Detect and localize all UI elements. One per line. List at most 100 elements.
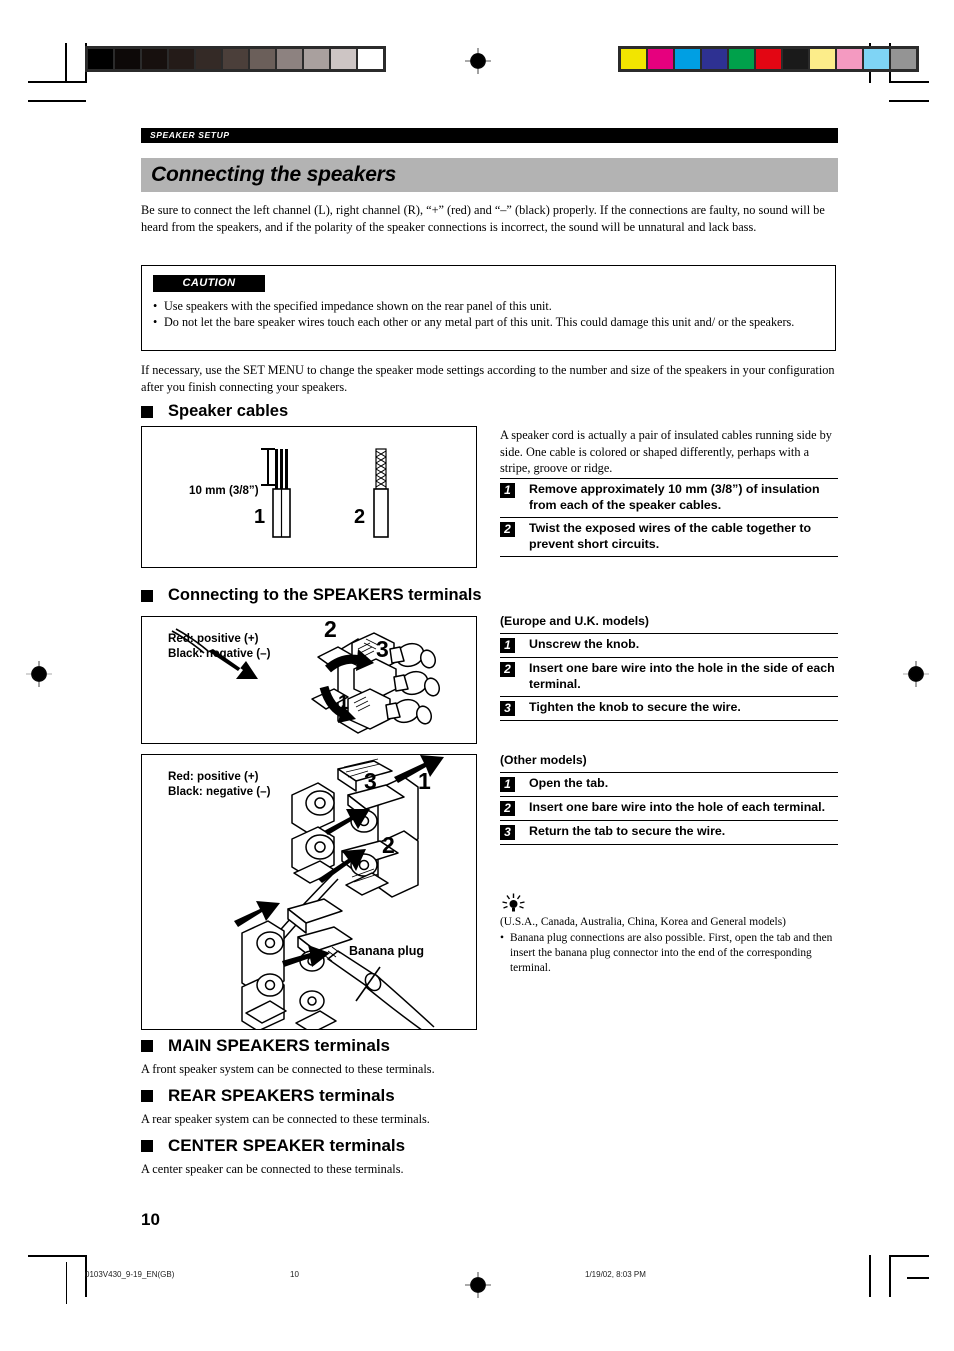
square-bullet-icon (141, 1090, 153, 1102)
step-item: 3 Return the tab to secure the wire. (500, 820, 838, 845)
speaker-cables-figure: 10 mm (3/8”) 1 2 (141, 426, 477, 568)
step-number: 2 (500, 662, 515, 677)
step-text: Insert one bare wire into the hole in th… (529, 661, 835, 691)
calibration-swatch-9 (331, 49, 356, 69)
intro-paragraph: Be sure to connect the left channel (L),… (141, 203, 825, 234)
calibration-swatch-8 (304, 49, 329, 69)
banana-plug-label: Banana plug (349, 944, 425, 958)
calibration-swatch-8 (837, 49, 862, 69)
page-number: 10 (141, 1210, 160, 1229)
footer-file-name: 0103V430_9-19_EN(GB) (85, 1270, 175, 1279)
crop-mark-top-right-h (889, 81, 929, 83)
cable-callout-2: 2 (354, 506, 366, 528)
calibration-swatch-6 (250, 49, 275, 69)
step-item: 2 Insert one bare wire into the hole of … (500, 796, 838, 820)
square-bullet-icon (141, 589, 153, 602)
registration-mark-left (26, 661, 52, 687)
step-number: 3 (500, 825, 515, 840)
calibration-swatch-10 (891, 49, 916, 69)
tab-terminal-callout-3: 3 (364, 768, 377, 794)
calibration-swatch-6 (783, 49, 808, 69)
bullet-icon: • (500, 932, 504, 944)
screw-terminal-callout-2: 2 (324, 616, 337, 642)
step-number: 1 (500, 777, 515, 792)
caution-item-list: • Use speakers with the specified impeda… (153, 298, 821, 331)
running-head: SPEAKER SETUP (141, 128, 838, 143)
step-number: 1 (500, 483, 515, 498)
main-speakers-text: A front speaker system can be connected … (141, 1062, 435, 1076)
crop-mark-top-left-h (28, 81, 86, 83)
step-item: 1 Unscrew the knob. (500, 633, 838, 657)
crop-mark-bottom-right-h2 (907, 1277, 929, 1279)
step-text: Twist the exposed wires of the cable tog… (529, 521, 812, 551)
center-speaker-text: A center speaker can be connected to the… (141, 1162, 404, 1176)
step-text: Insert one bare wire into the hole of ea… (529, 800, 826, 814)
footer-page-number: 10 (290, 1270, 299, 1279)
step-item: 2 Twist the exposed wires of the cable t… (500, 517, 838, 558)
tab-terminal-callout-1: 1 (418, 768, 431, 794)
section-heading-label: Speaker cables (168, 402, 289, 420)
step-text: Open the tab. (529, 776, 609, 790)
crop-mark-bottom-right-v2 (869, 1255, 871, 1297)
caution-label: CAUTION (182, 277, 236, 289)
step-text: Tighten the knob to secure the wire. (529, 700, 741, 715)
section-heading-speakers-terminals: Connecting to the SPEAKERS terminals (141, 586, 482, 605)
after-caution-paragraph: If necessary, use the SET MENU to change… (141, 363, 835, 394)
tab-terminal-diagram (234, 755, 444, 1029)
tab-terminal-callout-2: 2 (382, 832, 395, 858)
rear-speakers-text: A rear speaker system can be connected t… (141, 1112, 430, 1126)
step-text: Return the tab to secure the wire. (529, 824, 726, 838)
step-number: 3 (500, 701, 515, 717)
registration-mark-right (903, 661, 929, 687)
calibration-swatch-5 (756, 49, 781, 69)
square-bullet-icon (141, 1040, 153, 1052)
caution-item: • Use speakers with the specified impeda… (153, 298, 821, 314)
section-heading-label: Connecting to the SPEAKERS terminals (168, 586, 482, 604)
section-heading-speaker-cables: Speaker cables (141, 402, 288, 421)
step-number: 2 (500, 522, 515, 538)
square-bullet-icon (141, 1140, 153, 1152)
tip-lightbulb-icon (502, 893, 525, 912)
europe-models-header: (Europe and U.K. models) (500, 614, 649, 628)
calibration-swatch-4 (729, 49, 754, 69)
crop-mark-bottom-right-h (889, 1255, 929, 1257)
caution-item-text: Use speakers with the specified impedanc… (164, 299, 552, 313)
section-heading-label: CENTER SPEAKER terminals (168, 1136, 406, 1155)
caution-box: CAUTION • Use speakers with the specifie… (141, 265, 836, 351)
screw-terminal-callout-3: 3 (376, 636, 389, 662)
caution-item: • Do not let the bare speaker wires touc… (153, 314, 821, 330)
speaker-cables-steps: 1 Remove approximately 10 mm (3/8”) of i… (500, 478, 838, 558)
crop-mark-top-right-h2 (889, 100, 929, 102)
screw-terminal-callout-1: 1 (338, 692, 350, 714)
grayscale-calibration-strip (85, 46, 386, 72)
step-number: 1 (500, 638, 515, 653)
calibration-swatch-7 (277, 49, 302, 69)
cable-callout-1: 1 (254, 506, 266, 528)
color-calibration-strip (618, 46, 919, 72)
calibration-swatch-2 (675, 49, 700, 69)
tip-models-line: (U.S.A., Canada, Australia, China, Korea… (500, 916, 786, 928)
step-number: 2 (500, 801, 515, 816)
caution-item-text: Do not let the bare speaker wires touch … (164, 315, 795, 330)
page-title: Connecting the speakers (151, 163, 397, 186)
section-heading-rear-speakers: REAR SPEAKERS terminals (141, 1086, 395, 1106)
calibration-swatch-9 (864, 49, 889, 69)
crop-mark-bottom-left-h (28, 1255, 86, 1257)
speaker-cables-description: A speaker cord is actually a pair of ins… (500, 428, 832, 476)
calibration-swatch-1 (648, 49, 673, 69)
square-bullet-icon (141, 405, 153, 418)
calibration-swatch-3 (169, 49, 194, 69)
tip-bullet-text: Banana plug connections are also possibl… (510, 932, 833, 974)
cable-dimension-label: 10 mm (3/8”) (189, 484, 259, 497)
step-item: 1 Remove approximately 10 mm (3/8”) of i… (500, 478, 838, 517)
calibration-swatch-1 (115, 49, 140, 69)
tab-terminal-figure: Red: positive (+) Black: negative (–) 1 … (141, 754, 477, 1030)
other-models-header: (Other models) (500, 753, 587, 767)
calibration-swatch-3 (702, 49, 727, 69)
step-text: Remove approximately 10 mm (3/8”) of ins… (529, 482, 820, 512)
step-item: 1 Open the tab. (500, 772, 838, 796)
screw-terminal-diagram (171, 628, 441, 734)
bullet-icon: • (153, 315, 158, 330)
running-head-label: SPEAKER SETUP (150, 130, 230, 140)
calibration-swatch-7 (810, 49, 835, 69)
